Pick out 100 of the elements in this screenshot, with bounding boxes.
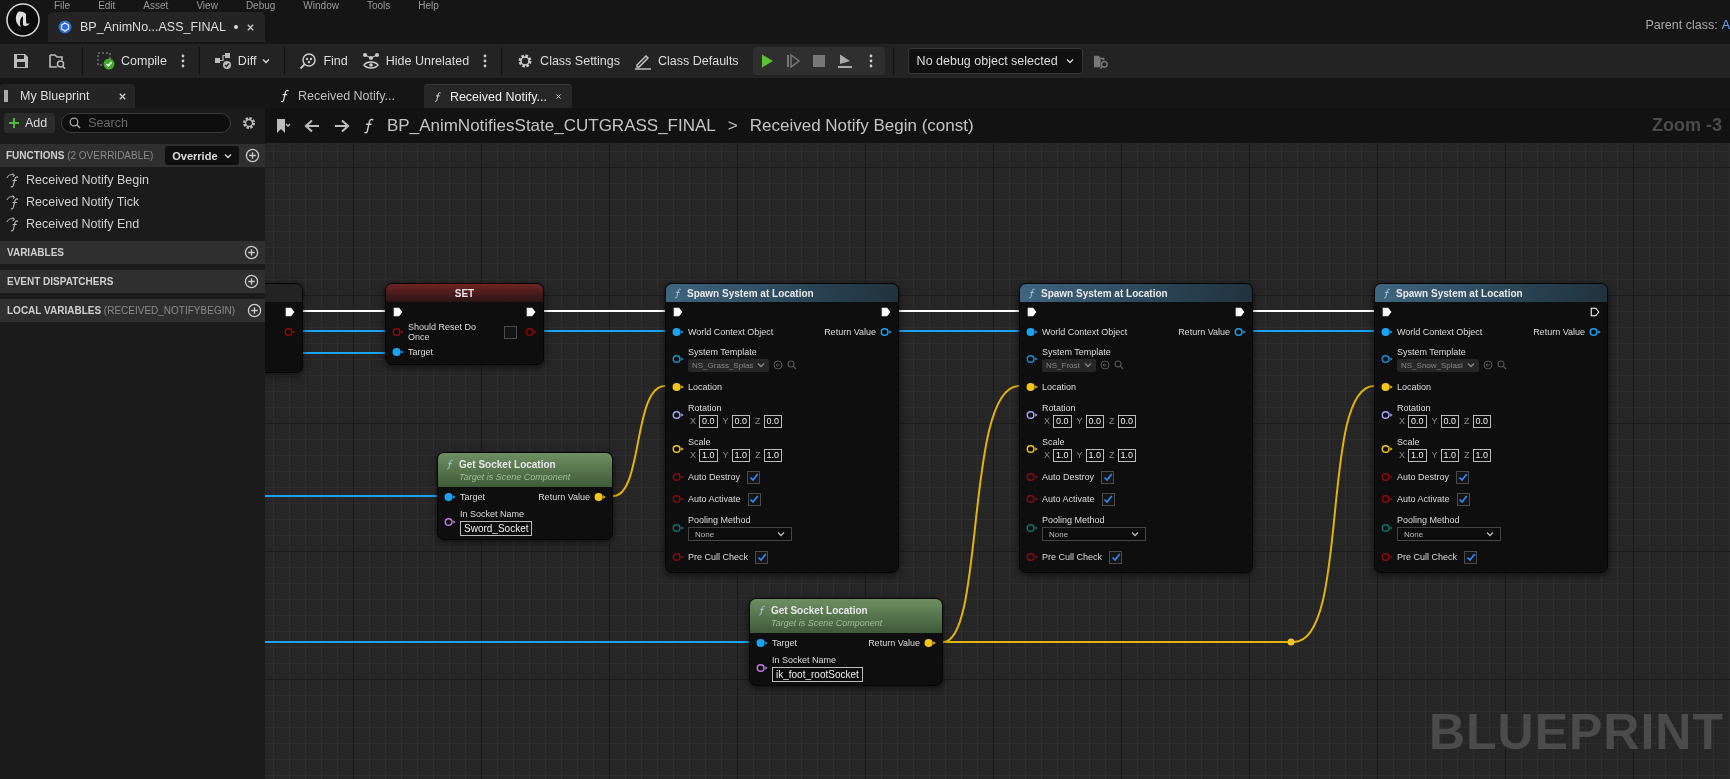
number-field[interactable]: 1.0: [1085, 448, 1105, 462]
exec-pin-icon[interactable]: [284, 307, 296, 317]
data-pin-icon[interactable]: [1589, 327, 1601, 337]
add-icon[interactable]: [244, 274, 259, 289]
exec-pin-icon[interactable]: [1026, 307, 1038, 317]
checkbox[interactable]: [1101, 470, 1115, 484]
menu-item[interactable]: Edit: [98, 0, 116, 12]
reroute-knot-icon[interactable]: [1287, 638, 1295, 646]
section-header[interactable]: LOCAL VARIABLES (RECEIVED_NOTIFYBEGIN): [0, 299, 265, 322]
pooling-dropdown[interactable]: None: [1397, 527, 1501, 541]
add-icon[interactable]: [247, 303, 262, 318]
exec-pin-icon[interactable]: [525, 307, 537, 317]
data-pin-icon[interactable]: [880, 327, 892, 337]
checkbox[interactable]: [755, 550, 769, 564]
menu-item[interactable]: View: [196, 0, 218, 12]
search-icon[interactable]: [787, 360, 798, 370]
menu-item[interactable]: Help: [418, 0, 439, 12]
function-item[interactable]: Received Notify Begin: [0, 169, 265, 191]
data-pin-icon[interactable]: [924, 638, 936, 648]
exec-pin-icon[interactable]: [1234, 307, 1246, 317]
use-asset-icon[interactable]: [773, 360, 784, 370]
add-button[interactable]: Add: [4, 113, 56, 133]
data-pin-icon[interactable]: [594, 492, 606, 502]
menu-item[interactable]: File: [54, 0, 71, 12]
data-pin-icon[interactable]: [1381, 444, 1393, 454]
save-icon[interactable]: [12, 52, 30, 70]
graph-canvas[interactable]: [265, 143, 1730, 779]
checkbox[interactable]: [1109, 550, 1123, 564]
pooling-dropdown[interactable]: None: [688, 527, 792, 541]
data-pin-icon[interactable]: [672, 410, 684, 420]
search-field[interactable]: Search: [61, 113, 231, 133]
add-icon[interactable]: [244, 245, 259, 260]
data-pin-icon[interactable]: [1026, 382, 1038, 392]
more-options-icon[interactable]: [483, 53, 488, 69]
menu-item[interactable]: Debug: [245, 0, 276, 12]
number-field[interactable]: 1.0: [731, 448, 751, 462]
close-icon[interactable]: [554, 92, 562, 101]
checkbox[interactable]: [747, 470, 761, 484]
close-icon[interactable]: [118, 91, 127, 101]
number-field[interactable]: 0.0: [1085, 414, 1105, 428]
menu-item[interactable]: Window: [303, 0, 339, 12]
data-pin-icon[interactable]: [1381, 382, 1393, 392]
parent-class-link[interactable]: A: [1721, 18, 1730, 32]
use-asset-icon[interactable]: [1099, 360, 1110, 370]
data-pin-icon[interactable]: [756, 638, 768, 648]
number-field[interactable]: 0.0: [699, 414, 718, 428]
number-field[interactable]: 1.0: [1472, 448, 1492, 462]
number-field[interactable]: 1.0: [1408, 448, 1427, 462]
number-field[interactable]: 0.0: [1053, 414, 1072, 428]
number-field[interactable]: 1.0: [763, 448, 783, 462]
hide-unrelated-button[interactable]: Hide Unrelated: [355, 48, 476, 74]
menu-item[interactable]: Asset: [143, 0, 169, 12]
asset-dropdown[interactable]: NS_Frost: [1042, 358, 1096, 372]
number-field[interactable]: 0.0: [1440, 414, 1460, 428]
data-pin-icon[interactable]: [672, 327, 684, 337]
function-node[interactable]: Get Socket Location Target is Scene Component Target Return Value In Socket Name Sword_Socket: [437, 452, 613, 540]
breadcrumb-item[interactable]: Received Notify Begin (const): [749, 115, 974, 136]
menu-item[interactable]: Tools: [366, 0, 391, 12]
override-dropdown[interactable]: Override: [165, 146, 239, 165]
class-defaults-button[interactable]: Class Defaults: [628, 48, 745, 74]
number-field[interactable]: 0.0: [1472, 414, 1492, 428]
number-field[interactable]: 0.0: [1117, 414, 1137, 428]
data-pin-icon[interactable]: [1381, 327, 1393, 337]
graph-tab[interactable]: Received Notify...: [424, 84, 572, 108]
diff-button[interactable]: Diff: [207, 48, 277, 74]
compile-button[interactable]: Compile: [91, 48, 173, 74]
document-tab[interactable]: BP_AnimNo...ASS_FINAL: [48, 12, 265, 42]
function-node[interactable]: [1374, 283, 1608, 573]
checkbox[interactable]: [1456, 492, 1470, 506]
text-field[interactable]: ik_foot_rootSocket: [772, 666, 863, 682]
text-field[interactable]: Sword_Socket: [460, 520, 533, 536]
number-field[interactable]: 0.0: [731, 414, 751, 428]
data-pin-icon[interactable]: [1026, 444, 1038, 454]
section-header[interactable]: FUNCTIONS (2 OVERRIDABLE) Override: [0, 144, 265, 167]
eject-icon[interactable]: [836, 53, 853, 69]
number-field[interactable]: 1.0: [1440, 448, 1460, 462]
use-asset-icon[interactable]: [1482, 360, 1493, 370]
checkbox[interactable]: [504, 325, 517, 339]
exec-pin-icon[interactable]: [1589, 307, 1601, 317]
add-icon[interactable]: [244, 148, 260, 163]
search-icon[interactable]: [1113, 360, 1124, 370]
function-node[interactable]: Get Socket Location Target is Scene Component Target Return Value In Socket Name ik_foot_rootSocket: [749, 598, 943, 686]
search-icon[interactable]: [1496, 360, 1507, 370]
exec-pin-icon[interactable]: [1381, 307, 1393, 317]
exec-pin-icon[interactable]: [392, 307, 404, 317]
function-node[interactable]: [665, 283, 899, 573]
checkbox[interactable]: [1456, 470, 1470, 484]
checkbox[interactable]: [1101, 492, 1115, 506]
more-options-icon[interactable]: [868, 53, 873, 69]
step-icon[interactable]: [784, 53, 801, 69]
function-item[interactable]: Received Notify Tick: [0, 191, 265, 213]
checkbox[interactable]: [747, 492, 761, 506]
debug-object-dropdown[interactable]: No debug object selected: [907, 48, 1083, 74]
graph-tab[interactable]: Received Notify...: [270, 84, 418, 108]
section-header[interactable]: EVENT DISPATCHERS: [0, 270, 265, 293]
panel-tab[interactable]: My Blueprint: [0, 84, 135, 108]
data-pin-icon[interactable]: [1026, 410, 1038, 420]
number-field[interactable]: 0.0: [763, 414, 783, 428]
engine-logo-icon[interactable]: [6, 3, 40, 37]
number-field[interactable]: 1.0: [1053, 448, 1072, 462]
